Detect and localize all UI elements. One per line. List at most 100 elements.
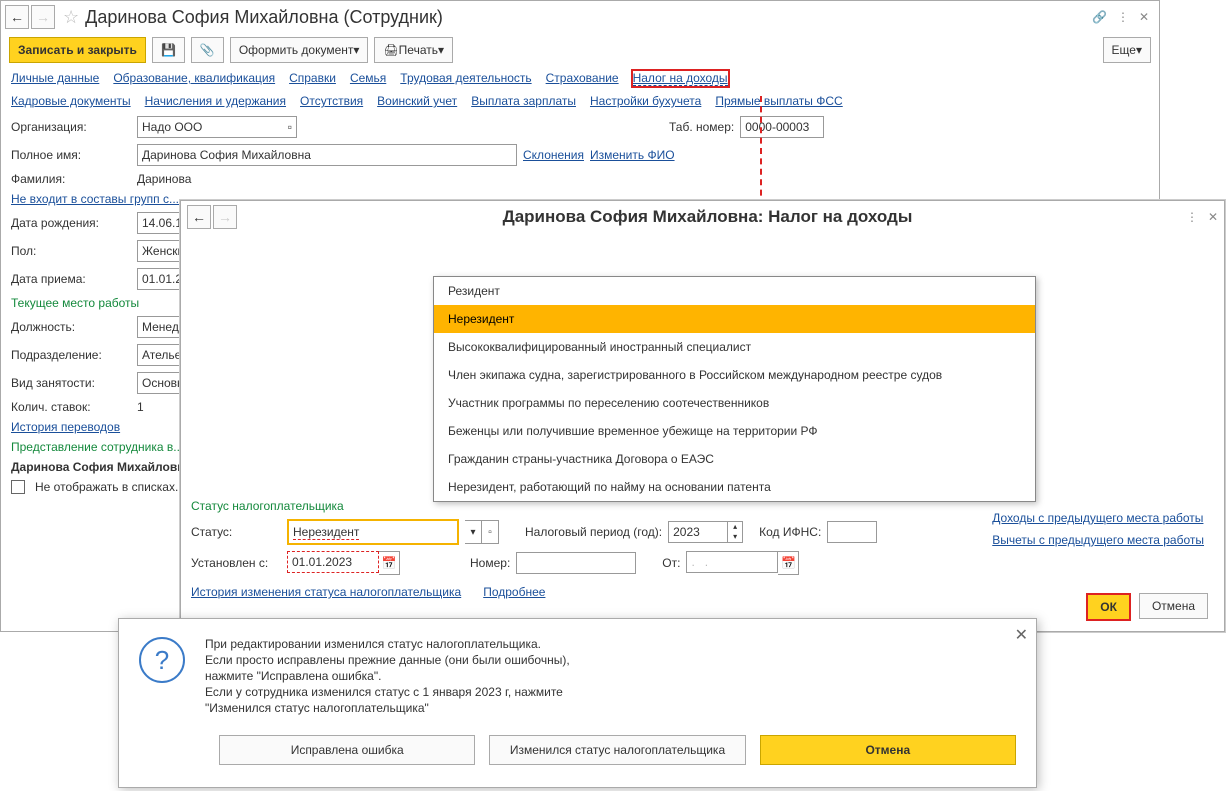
- rates-label: Колич. ставок:: [11, 400, 131, 414]
- number-input[interactable]: [516, 552, 636, 574]
- favorite-icon[interactable]: ☆: [63, 7, 79, 28]
- tab-charges[interactable]: Начисления и удержания: [145, 94, 286, 108]
- period-label: Налоговый период (год):: [525, 525, 662, 539]
- status-history-link[interactable]: История изменения статуса налогоплательщ…: [191, 585, 461, 599]
- surname-value: Даринова: [137, 172, 191, 186]
- nav-back-button[interactable]: ←: [5, 5, 29, 29]
- save-close-button[interactable]: Записать и закрыть: [9, 37, 146, 63]
- dialog-text: При редактировании изменился статус нало…: [205, 637, 570, 717]
- tab-tax[interactable]: Налог на доходы: [633, 71, 728, 86]
- print-button[interactable]: 🖨 Печать: [374, 37, 453, 63]
- calendar-icon[interactable]: 📅: [778, 551, 799, 575]
- more-button[interactable]: Еще: [1103, 37, 1151, 63]
- status-open-button[interactable]: ▫: [482, 520, 499, 544]
- ifns-label: Код ИФНС:: [759, 525, 821, 539]
- from-date[interactable]: . . 📅: [686, 551, 799, 575]
- tab-personal[interactable]: Личные данные: [11, 71, 99, 86]
- window-title: Даринова София Михайловна (Сотрудник): [85, 7, 1092, 28]
- position-label: Должность:: [11, 320, 131, 334]
- toolbar: Записать и закрыть 💾 📎 Оформить документ…: [1, 33, 1159, 67]
- declensions-link[interactable]: Склонения: [523, 148, 584, 162]
- surname-label: Фамилия:: [11, 172, 131, 186]
- dropdown-item[interactable]: Резидент: [434, 277, 1035, 305]
- dropdown-item[interactable]: Нерезидент, работающий по найму на основ…: [434, 473, 1035, 501]
- tab-absences[interactable]: Отсутствия: [300, 94, 363, 108]
- dob-label: Дата рождения:: [11, 216, 131, 230]
- close-icon[interactable]: ✕: [1139, 10, 1149, 24]
- tabs-row-1: Личные данные Образование, квалификация …: [1, 67, 1159, 90]
- transfers-link[interactable]: История переводов: [11, 420, 120, 434]
- tax-menu-icon[interactable]: ⋮: [1186, 210, 1198, 224]
- dialog-close-icon[interactable]: ✕: [1015, 625, 1028, 645]
- status-input[interactable]: Нерезидент: [287, 519, 459, 545]
- fixed-error-button[interactable]: Исправлена ошибка: [219, 735, 475, 765]
- tab-number-input[interactable]: 0000-00003: [740, 116, 824, 138]
- tabs-row-2: Кадровые документы Начисления и удержани…: [1, 90, 1159, 112]
- more-link[interactable]: Подробнее: [483, 585, 545, 599]
- dept-label: Подразделение:: [11, 348, 131, 362]
- tab-work[interactable]: Трудовая деятельность: [400, 71, 531, 86]
- calendar-icon[interactable]: 📅: [379, 551, 400, 575]
- status-dropdown-list: Резидент Нерезидент Высококвалифицирован…: [433, 276, 1036, 502]
- tab-fss[interactable]: Прямые выплаты ФСС: [715, 94, 842, 108]
- save-button[interactable]: 💾: [152, 37, 185, 63]
- tab-hr-docs[interactable]: Кадровые документы: [11, 94, 131, 108]
- tab-accounting[interactable]: Настройки бухучета: [590, 94, 701, 108]
- dropdown-item[interactable]: Беженцы или получившие временное убежище…: [434, 417, 1035, 445]
- tax-nav-forward-button[interactable]: →: [213, 205, 237, 229]
- bold-name: Даринова София Михайловн...: [11, 460, 194, 474]
- menu-icon[interactable]: ⋮: [1117, 10, 1129, 24]
- question-icon: ?: [139, 637, 185, 683]
- org-input[interactable]: Надо ООО▫: [137, 116, 297, 138]
- prev-income-link[interactable]: Доходы с предыдущего места работы: [992, 511, 1204, 525]
- tab-insurance[interactable]: Страхование: [546, 71, 619, 86]
- ok-button[interactable]: ОК: [1086, 593, 1131, 621]
- org-label: Организация:: [11, 120, 131, 134]
- tab-refs[interactable]: Справки: [289, 71, 336, 86]
- dropdown-item[interactable]: Гражданин страны-участника Договора о ЕА…: [434, 445, 1035, 473]
- dropdown-item[interactable]: Высококвалифицированный иностранный спец…: [434, 333, 1035, 361]
- current-work-header: Текущее место работы: [11, 296, 139, 310]
- dropdown-item[interactable]: Член экипажа судна, зарегистрированного …: [434, 361, 1035, 389]
- status-label: Статус:: [191, 525, 281, 539]
- hire-label: Дата приема:: [11, 272, 131, 286]
- tab-payout[interactable]: Выплата зарплаты: [471, 94, 576, 108]
- dropdown-item-selected[interactable]: Нерезидент: [434, 305, 1035, 333]
- tax-close-icon[interactable]: ✕: [1208, 210, 1218, 224]
- number-label: Номер:: [470, 556, 510, 570]
- annotation-arrow: [760, 96, 762, 206]
- status-dropdown-button[interactable]: ▾: [465, 520, 482, 544]
- tab-number-label: Таб. номер:: [669, 120, 734, 134]
- rates-value: 1: [137, 400, 144, 414]
- period-spinner[interactable]: 2023 ▴▾: [668, 521, 743, 543]
- fullname-input[interactable]: Даринова София Михайловна: [137, 144, 517, 166]
- nav-forward-button[interactable]: →: [31, 5, 55, 29]
- dropdown-item[interactable]: Участник программы по переселению соотеч…: [434, 389, 1035, 417]
- fullname-label: Полное имя:: [11, 148, 131, 162]
- set-from-label: Установлен с:: [191, 556, 281, 570]
- hide-checkbox[interactable]: [11, 480, 25, 494]
- draft-doc-button[interactable]: Оформить документ: [230, 37, 369, 63]
- tax-nav-back-button[interactable]: ←: [187, 205, 211, 229]
- title-bar: ← → ☆ Даринова София Михайловна (Сотрудн…: [1, 1, 1159, 33]
- groups-link[interactable]: Не входит в составы групп с...: [11, 192, 179, 206]
- ifns-input[interactable]: [827, 521, 877, 543]
- hide-label: Не отображать в списках...: [35, 480, 185, 494]
- change-fio-link[interactable]: Изменить ФИО: [590, 148, 675, 162]
- tab-education[interactable]: Образование, квалификация: [113, 71, 275, 86]
- status-changed-button[interactable]: Изменился статус налогоплательщика: [489, 735, 745, 765]
- prev-deductions-link[interactable]: Вычеты с предыдущего места работы: [992, 533, 1204, 547]
- tab-military[interactable]: Воинский учет: [377, 94, 457, 108]
- set-from-date[interactable]: 01.01.2023 📅: [287, 551, 400, 575]
- emp-type-label: Вид занятости:: [11, 376, 131, 390]
- tax-window-title: Даринова София Михайловна: Налог на дохо…: [239, 207, 1176, 227]
- cancel-button[interactable]: Отмена: [1139, 593, 1208, 619]
- dialog-cancel-button[interactable]: Отмена: [760, 735, 1016, 765]
- attach-button[interactable]: 📎: [191, 37, 224, 63]
- confirm-dialog: ✕ ? При редактировании изменился статус …: [118, 618, 1037, 788]
- from-label: От:: [662, 556, 680, 570]
- tab-family[interactable]: Семья: [350, 71, 386, 86]
- link-icon[interactable]: 🔗: [1092, 10, 1107, 24]
- sex-label: Пол:: [11, 244, 131, 258]
- presentation-header: Представление сотрудника в...: [11, 440, 183, 454]
